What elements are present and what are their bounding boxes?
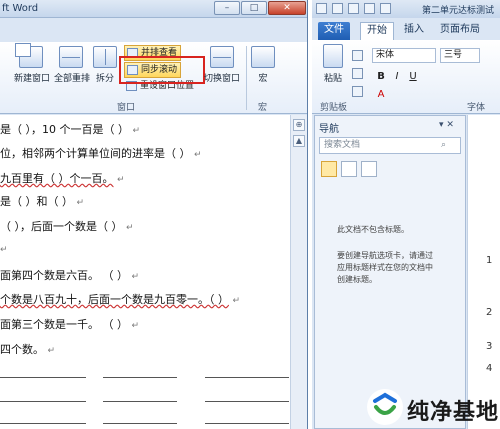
nav-headings-tab-icon[interactable]	[321, 161, 337, 177]
answer-line	[103, 423, 177, 424]
doc-char: 2	[486, 307, 493, 318]
split-icon	[93, 46, 117, 68]
home-ribbon: 粘贴 剪贴板 宋体 三号 B I U A 字体	[312, 40, 500, 114]
paste-label: 粘贴	[323, 74, 342, 84]
doc-line: 面第四个数是六百。 （ ） ↵	[0, 269, 140, 282]
save-icon[interactable]	[332, 3, 343, 14]
doc-line: 位，相邻两个计算单位间的进率是（ ） ↵	[0, 147, 202, 160]
watermark-logo: 纯净基地	[367, 385, 500, 429]
close-button[interactable]: ✕	[268, 1, 306, 15]
italic-button[interactable]: I	[390, 70, 404, 84]
switch-window-label: 切换窗口	[204, 74, 241, 84]
minimize-button[interactable]: –	[214, 1, 240, 15]
title-bar: 第二单元达标测试	[312, 0, 500, 18]
maximize-button[interactable]: □	[241, 1, 267, 15]
tab-file[interactable]: 文件	[318, 22, 350, 40]
word-window-left: ft Word – □ ✕ 新建窗口 全部重排 拆分 并排查看 同步滚动 重设窗…	[0, 0, 308, 429]
paste-button[interactable]: 粘贴	[318, 44, 348, 84]
ribbon-tab-strip	[0, 18, 307, 42]
font-size-select[interactable]: 三号	[440, 48, 480, 63]
underline-button[interactable]: U	[406, 70, 420, 84]
bold-button[interactable]: B	[374, 70, 388, 84]
word-window-right: 第二单元达标测试 文件 开始 插入 页面布局 粘贴 剪贴板 宋体 三号 B I …	[312, 0, 500, 429]
switch-window-icon	[210, 46, 234, 68]
doc-line: 个数是八百九十，后面一个数是九百零一。（ ） ↵	[0, 293, 241, 306]
ribbon-separator	[246, 46, 247, 110]
doc-line: （ ），后面一个数是（ ） ↵	[0, 220, 134, 233]
split-label: 拆分	[95, 74, 114, 84]
nav-results-tab-icon[interactable]	[361, 161, 377, 177]
macros-icon	[251, 46, 275, 68]
copy-icon[interactable]	[352, 68, 363, 79]
cut-icon[interactable]	[352, 50, 363, 61]
answer-line	[0, 401, 86, 402]
macros-button[interactable]: 宏	[250, 46, 276, 84]
vertical-scrollbar[interactable]: ⊕ ▲	[290, 115, 307, 429]
new-window-button[interactable]: 新建窗口	[14, 43, 51, 84]
redo-icon[interactable]	[364, 3, 375, 14]
font-color-button[interactable]: A	[374, 88, 388, 102]
answer-line	[205, 401, 289, 402]
answer-line	[205, 377, 289, 378]
highlight-box	[119, 56, 205, 84]
arrange-all-label: 全部重排	[54, 74, 91, 84]
window-group-label: 窗口	[117, 103, 136, 113]
doc-char: 4	[486, 363, 493, 374]
document-page[interactable]: 是（ ），10 个一百是（ ） ↵ 位，相邻两个计算单位间的进率是（ ） ↵ 九…	[0, 115, 290, 429]
switch-window-button[interactable]: 切换窗口	[204, 46, 240, 84]
nav-search-placeholder: 搜索文档	[324, 140, 361, 150]
customize-toolbar-icon[interactable]	[380, 3, 391, 14]
doc-line: 面第三个数是一千。 （ ） ↵	[0, 318, 140, 331]
ribbon-tabs: 文件 开始 插入 页面布局	[312, 18, 500, 40]
doc-line: 九百里有（ ）个一百。 ↵	[0, 172, 125, 185]
tab-insert[interactable]: 插入	[398, 22, 430, 40]
answer-line	[0, 423, 86, 424]
paste-icon	[323, 44, 343, 68]
navigation-pane: 导航 ▾ ✕ 搜索文档 ⌕ 此文档不包含标题。 要创建导航选项卡，请通过 应用标…	[314, 115, 466, 429]
document-page[interactable]: 1 2 3 4	[467, 115, 500, 429]
macros-label: 宏	[258, 74, 268, 84]
font-name-select[interactable]: 宋体	[372, 48, 436, 63]
macro-group-label: 宏	[258, 103, 268, 113]
window-title: 第二单元达标测试	[422, 6, 495, 16]
font-group-label: 字体	[467, 103, 486, 113]
logo-mark-icon	[367, 389, 403, 425]
arrange-all-button[interactable]: 全部重排	[54, 46, 91, 84]
word-logo-icon	[316, 3, 327, 14]
nav-pane-close-icon[interactable]: ▾ ✕	[439, 120, 454, 130]
new-window-label: 新建窗口	[14, 74, 51, 84]
tab-home[interactable]: 开始	[360, 22, 394, 40]
doc-line: 四个数。 ↵	[0, 343, 56, 356]
tab-page-layout[interactable]: 页面布局	[434, 22, 486, 40]
nav-instruction-line: 创建标题。	[337, 275, 377, 284]
doc-line: 是（ ），10 个一百是（ ） ↵	[0, 123, 141, 136]
nav-pane-title: 导航	[319, 124, 339, 135]
window-title: ft Word	[2, 3, 39, 14]
answer-line	[103, 377, 177, 378]
nav-no-headings-text: 此文档不包含标题。	[337, 225, 409, 234]
arrange-all-icon	[59, 46, 83, 68]
answer-line	[205, 423, 289, 424]
format-painter-icon[interactable]	[352, 86, 363, 97]
answer-line	[103, 401, 177, 402]
doc-line: ↵	[0, 245, 8, 255]
scroll-up-arrow-icon[interactable]: ▲	[293, 135, 305, 147]
doc-char: 1	[486, 255, 493, 266]
doc-line: 是（ ）和（ ） ↵	[0, 195, 85, 208]
search-icon[interactable]: ⌕	[441, 138, 446, 153]
new-window-icon	[15, 43, 43, 68]
clipboard-group-label: 剪贴板	[320, 103, 348, 113]
doc-char: 3	[486, 341, 493, 352]
ruler-toggle-icon[interactable]: ⊕	[293, 119, 305, 131]
undo-icon[interactable]	[348, 3, 359, 14]
nav-pages-tab-icon[interactable]	[341, 161, 357, 177]
nav-instruction-line: 要创建导航选项卡，请通过	[337, 251, 433, 260]
answer-line	[0, 377, 86, 378]
title-bar: ft Word – □ ✕	[0, 0, 307, 18]
split-button[interactable]: 拆分	[93, 46, 117, 84]
nav-search-input[interactable]: 搜索文档 ⌕	[319, 137, 461, 154]
logo-text: 纯净基地	[407, 400, 500, 425]
nav-instruction-line: 应用标题样式在您的文档中	[337, 263, 433, 272]
